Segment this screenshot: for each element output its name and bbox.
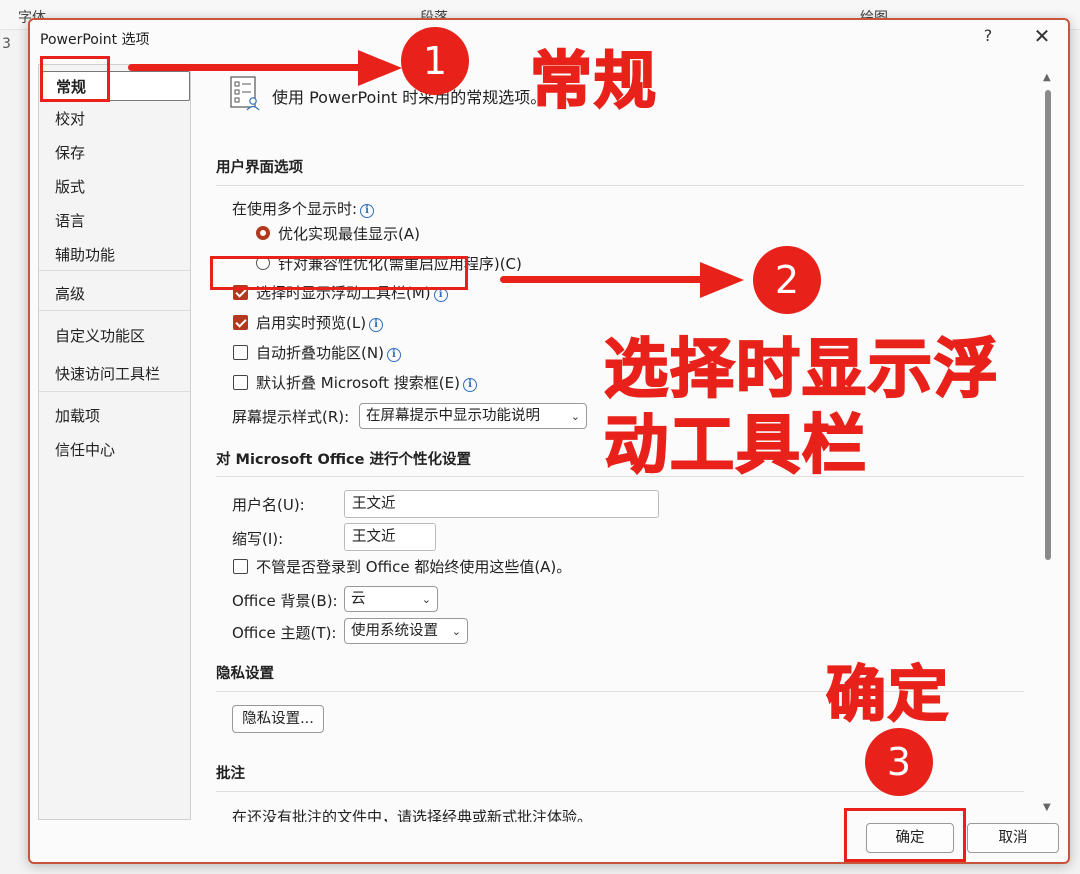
step-1-caption: 常规 <box>529 43 659 118</box>
arrow-1-head <box>358 50 402 86</box>
screentip-style-label: 屏幕提示样式(R): <box>232 408 350 426</box>
checkbox-collapse-ribbon[interactable] <box>233 345 248 360</box>
step-3-badge: 3 <box>865 728 933 796</box>
help-button[interactable]: ? <box>978 26 998 45</box>
sidebar-item-accessibility[interactable]: 辅助功能 <box>39 240 190 270</box>
close-button[interactable]: ✕ <box>1030 24 1054 48</box>
highlight-mini-toolbar <box>210 256 468 290</box>
scroll-thumb[interactable] <box>1045 90 1051 560</box>
info-icon: i <box>369 318 384 332</box>
info-icon: i <box>462 378 477 392</box>
arrow-2-head <box>700 262 744 298</box>
section-ui-options: 用户界面选项 <box>216 160 303 176</box>
screentip-style-select[interactable]: 在屏幕提示中显示功能说明 ⌄ <box>359 403 587 429</box>
step-3-caption: 确定 <box>825 659 950 731</box>
scroll-down-arrow-icon[interactable]: ▼ <box>1043 802 1051 813</box>
office-theme-label: Office 主题(T): <box>232 624 337 642</box>
comments-description: 在还没有批注的文件中，请选择经典或新式批注体验。 <box>232 808 593 822</box>
options-sidebar: 常规 校对 保存 版式 语言 辅助功能 高级 自定义功能区 快速访问工具栏 加载… <box>38 64 191 820</box>
sidebar-divider <box>39 391 190 392</box>
dialog-title: PowerPoint 选项 <box>40 32 150 48</box>
office-background-label: Office 背景(B): <box>232 592 338 610</box>
always-use-values-label: 不管是否登录到 Office 都始终使用这些值(A)。 <box>256 558 572 576</box>
sidebar-item-advanced[interactable]: 高级 <box>39 279 190 309</box>
live-preview-label: 启用实时预览(L) i <box>256 312 384 333</box>
sidebar-divider <box>39 310 190 311</box>
highlight-ok-button <box>844 808 966 862</box>
panel-header: 使用 PowerPoint 时采用的常规选项。 <box>272 88 547 107</box>
content-scrollbar[interactable]: ▲ ▼ <box>1040 68 1056 818</box>
sidebar-item-quick-access-toolbar[interactable]: 快速访问工具栏 <box>39 359 190 389</box>
chevron-down-icon: ⌄ <box>570 410 580 423</box>
office-theme-select[interactable]: 使用系统设置 ⌄ <box>344 618 468 644</box>
info-icon: i <box>360 204 375 218</box>
checkbox-collapse-search[interactable] <box>233 375 248 390</box>
general-options-icon <box>230 76 260 111</box>
sidebar-divider <box>39 270 190 271</box>
arrow-2-shaft <box>500 276 710 283</box>
info-icon: i <box>433 288 448 302</box>
scroll-up-arrow-icon[interactable]: ▲ <box>1043 72 1051 83</box>
sidebar-item-save[interactable]: 保存 <box>39 138 190 168</box>
sidebar-item-trust-center[interactable]: 信任中心 <box>39 435 190 465</box>
multi-display-label: 在使用多个显示时: i <box>232 198 375 219</box>
sidebar-item-language[interactable]: 语言 <box>39 206 190 236</box>
info-icon: i <box>386 348 401 362</box>
sidebar-item-layout[interactable]: 版式 <box>39 172 190 202</box>
arrow-1-shaft <box>128 64 368 71</box>
section-personalize: 对 Microsoft Office 进行个性化设置 <box>216 452 472 468</box>
collapse-search-label: 默认折叠 Microsoft 搜索框(E) i <box>256 372 477 393</box>
background-slide-number: 3 <box>2 36 11 52</box>
sidebar-item-proofing[interactable]: 校对 <box>39 104 190 134</box>
step-2-badge: 2 <box>753 246 821 314</box>
step-1-badge: 1 <box>401 27 469 95</box>
sidebar-item-customize-ribbon[interactable]: 自定义功能区 <box>39 321 190 351</box>
checkbox-always-use-values[interactable] <box>233 559 248 574</box>
initials-label: 缩写(I): <box>232 530 284 548</box>
initials-field[interactable]: 王文近 <box>344 523 436 551</box>
cancel-button[interactable]: 取消 <box>967 823 1059 853</box>
chevron-down-icon: ⌄ <box>451 625 461 638</box>
step-2-caption-line-2: 动工具栏 <box>603 408 868 484</box>
section-privacy: 隐私设置 <box>216 666 274 682</box>
office-background-select[interactable]: 云 ⌄ <box>344 586 438 612</box>
sidebar-item-addins[interactable]: 加载项 <box>39 401 190 431</box>
section-divider <box>216 185 1024 186</box>
collapse-ribbon-label: 自动折叠功能区(N) i <box>256 342 401 363</box>
section-comments: 批注 <box>216 766 245 782</box>
highlight-general <box>40 56 110 102</box>
chevron-down-icon: ⌄ <box>421 593 431 606</box>
checkbox-live-preview[interactable] <box>233 315 248 330</box>
username-field[interactable]: 王文近 <box>344 490 659 518</box>
privacy-settings-button[interactable]: 隐私设置... <box>232 705 324 733</box>
radio-optimize-best-display[interactable] <box>256 226 270 240</box>
radio-optimize-best-label: 优化实现最佳显示(A) <box>278 225 420 243</box>
username-label: 用户名(U): <box>232 496 305 514</box>
